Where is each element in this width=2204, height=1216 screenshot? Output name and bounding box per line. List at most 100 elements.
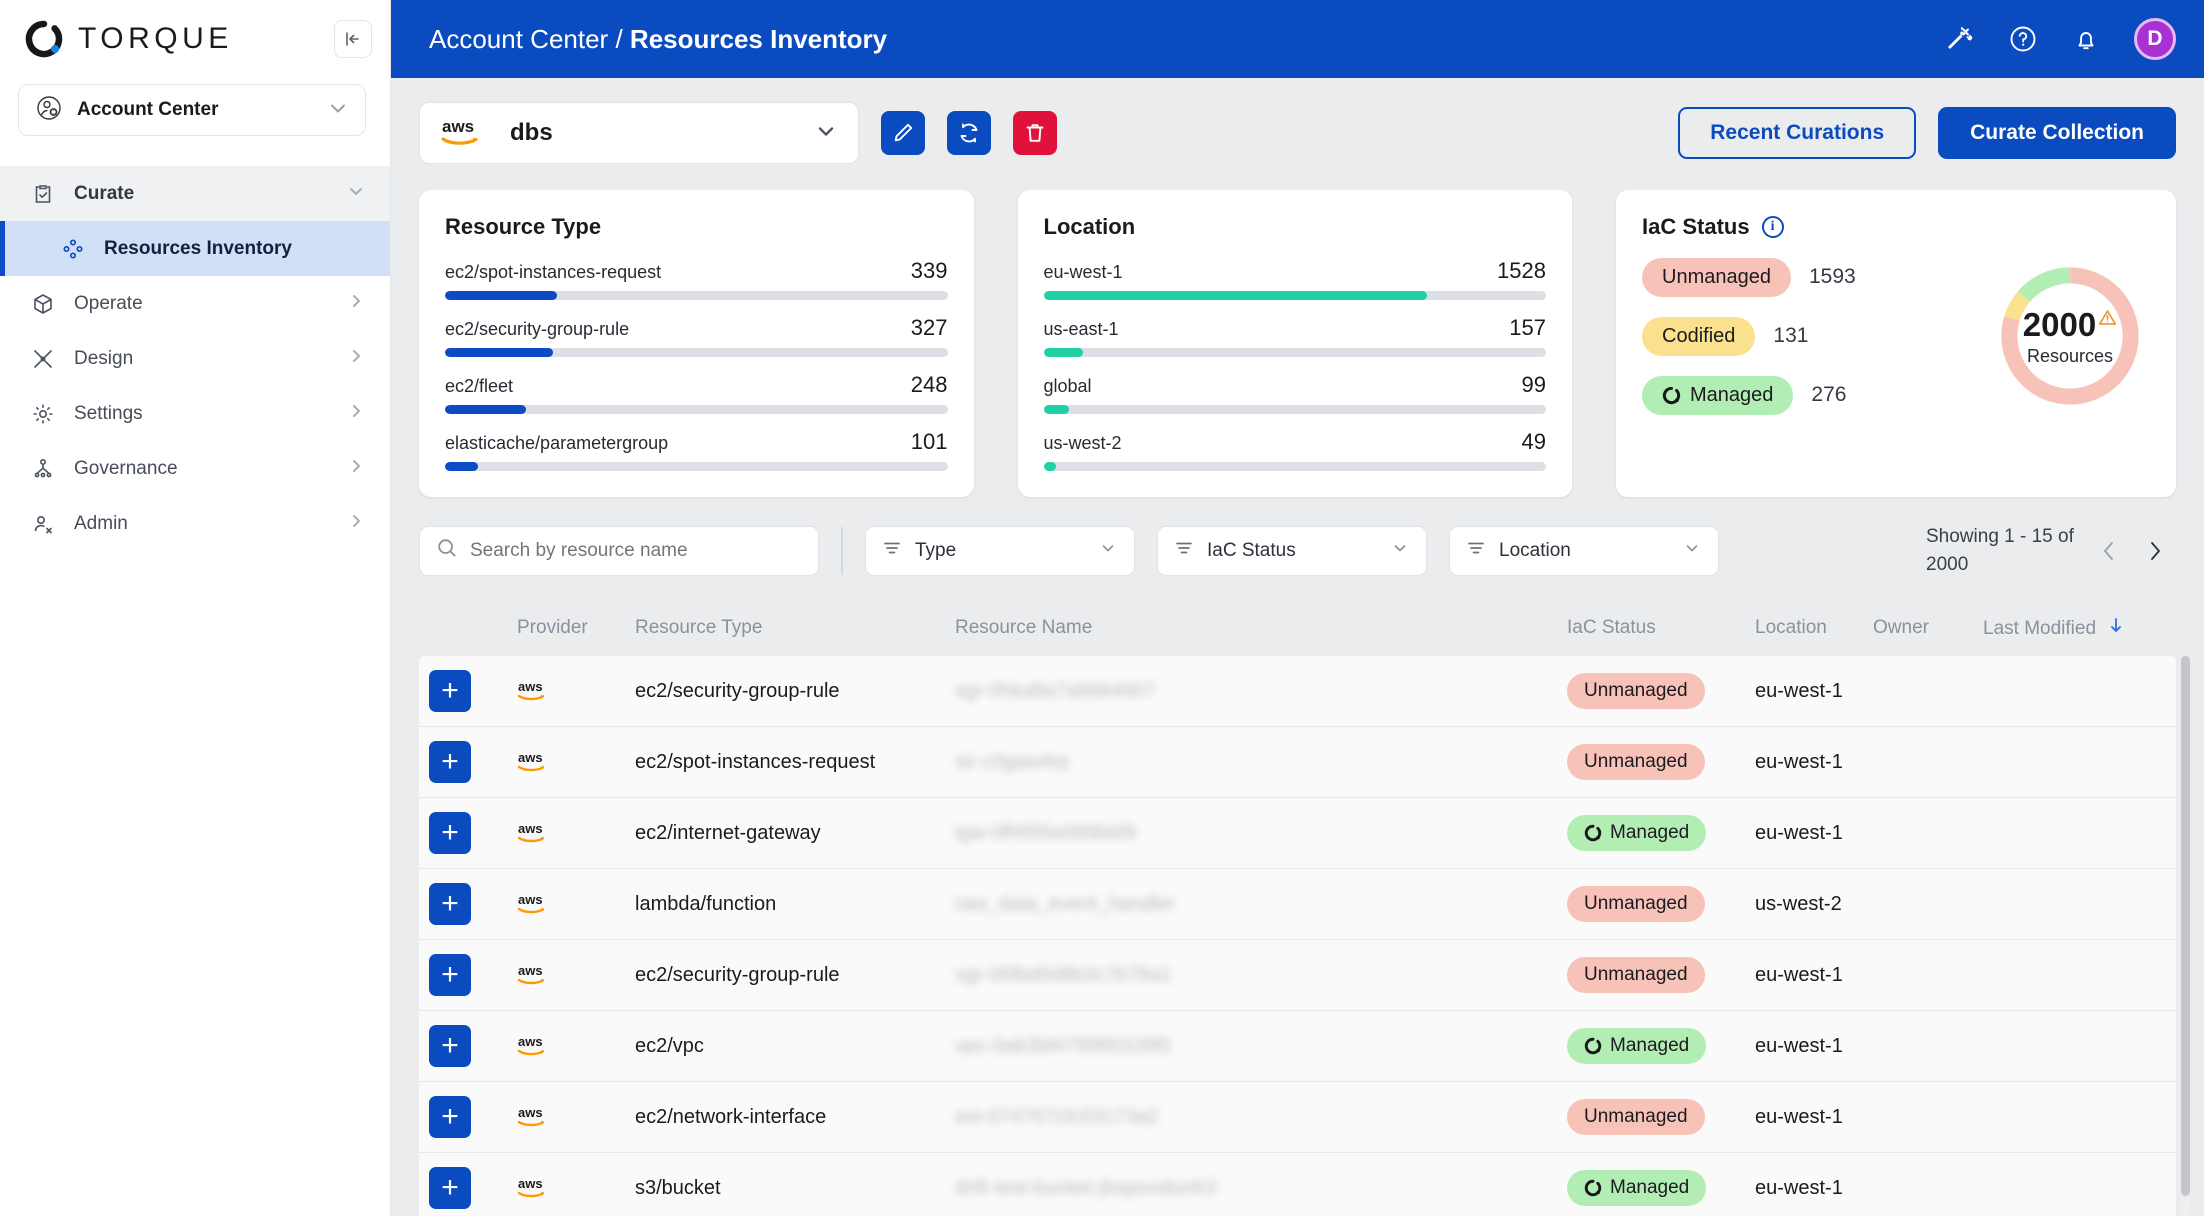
help-circle-icon[interactable] bbox=[2008, 24, 2038, 54]
provider-cell: aws bbox=[507, 962, 625, 988]
avatar[interactable]: D bbox=[2134, 18, 2176, 60]
resource-type-value: ec2/security-group-rule bbox=[635, 680, 840, 703]
bar-value: 1528 bbox=[1483, 258, 1546, 284]
account-dropdown[interactable]: aws dbs bbox=[419, 102, 859, 164]
expand-cell: + bbox=[419, 883, 507, 925]
filter-location[interactable]: Location bbox=[1449, 526, 1719, 576]
table-row[interactable]: + aws lambda/function raw_data_event_han… bbox=[419, 869, 2176, 940]
recent-curations-button[interactable]: Recent Curations bbox=[1678, 107, 1916, 159]
iac-status-cell: Managed bbox=[1557, 1170, 1745, 1206]
magic-wand-icon[interactable] bbox=[1946, 25, 1974, 53]
sidebar-item-settings[interactable]: Settings bbox=[0, 386, 390, 441]
filter-type[interactable]: Type bbox=[865, 526, 1135, 576]
account-center-label: Account Center bbox=[77, 99, 218, 121]
column-last-modified[interactable]: Last Modified bbox=[1973, 616, 2163, 640]
table-row[interactable]: + aws ec2/security-group-rule sgr-0hkaft… bbox=[419, 656, 2176, 727]
bar-track bbox=[445, 462, 948, 471]
svg-text:aws: aws bbox=[518, 821, 543, 836]
sidebar: TORQUE Account Center bbox=[0, 0, 391, 1216]
aws-logo-icon: aws bbox=[517, 962, 557, 988]
svg-text:aws: aws bbox=[518, 1176, 543, 1191]
resource-type-value: ec2/network-interface bbox=[635, 1106, 826, 1129]
sidebar-item-design[interactable]: Design bbox=[0, 331, 390, 386]
user-wrench-icon bbox=[30, 511, 56, 537]
legend-row-managed[interactable]: Managed 276 bbox=[1642, 376, 1856, 415]
sidebar-item-curate[interactable]: Curate bbox=[0, 166, 390, 221]
expand-row-button[interactable]: + bbox=[429, 812, 471, 854]
column-location[interactable]: Location bbox=[1745, 617, 1863, 639]
table-scrollbar[interactable] bbox=[2181, 656, 2190, 1216]
edit-button[interactable] bbox=[881, 111, 925, 155]
column-provider[interactable]: Provider bbox=[507, 617, 625, 639]
delete-button[interactable] bbox=[1013, 111, 1057, 155]
iac-legend: Unmanaged 1593 Codified 131 bbox=[1642, 258, 1856, 415]
resource-type-value: ec2/internet-gateway bbox=[635, 822, 821, 845]
toolbar-actions: Recent Curations Curate Collection bbox=[1678, 107, 2176, 159]
column-owner[interactable]: Owner bbox=[1863, 617, 1973, 639]
filter-iac-status[interactable]: IaC Status bbox=[1157, 526, 1427, 576]
status-badge: Managed bbox=[1567, 815, 1706, 851]
column-iac-status[interactable]: IaC Status bbox=[1557, 617, 1745, 639]
bar-row[interactable]: elasticache/parametergroup 101 bbox=[445, 429, 948, 471]
expand-cell: + bbox=[419, 954, 507, 996]
legend-row-codified[interactable]: Codified 131 bbox=[1642, 317, 1856, 356]
breadcrumb: Account Center / Resources Inventory bbox=[429, 24, 887, 55]
legend-count: 276 bbox=[1811, 383, 1846, 407]
sidebar-item-admin[interactable]: Admin bbox=[0, 496, 390, 551]
expand-row-button[interactable]: + bbox=[429, 670, 471, 712]
bar-label: eu-west-1 bbox=[1044, 262, 1123, 283]
curate-collection-button[interactable]: Curate Collection bbox=[1938, 107, 2176, 159]
bar-row[interactable]: us-east-1 157 bbox=[1044, 315, 1547, 357]
search-input[interactable] bbox=[470, 540, 802, 562]
bar-track bbox=[1044, 405, 1547, 414]
sidebar-item-operate[interactable]: Operate bbox=[0, 276, 390, 331]
legend-count: 1593 bbox=[1809, 265, 1856, 289]
bar-row[interactable]: global 99 bbox=[1044, 372, 1547, 414]
bar-row[interactable]: ec2/spot-instances-request 339 bbox=[445, 258, 948, 300]
bell-icon[interactable] bbox=[2072, 25, 2100, 53]
sidebar-item-label: Admin bbox=[74, 513, 128, 535]
sidebar-item-resources-inventory[interactable]: Resources Inventory bbox=[0, 221, 390, 276]
expand-row-button[interactable]: + bbox=[429, 883, 471, 925]
table-row[interactable]: + aws ec2/spot-instances-request sir-c0g… bbox=[419, 727, 2176, 798]
search-box[interactable] bbox=[419, 526, 819, 576]
info-icon[interactable]: i bbox=[1762, 216, 1784, 238]
expand-row-button[interactable]: + bbox=[429, 1167, 471, 1209]
location-cell: eu-west-1 bbox=[1745, 751, 1863, 774]
next-page-button[interactable] bbox=[2142, 538, 2168, 564]
bar-fill bbox=[445, 405, 526, 414]
prev-page-button[interactable] bbox=[2096, 538, 2122, 564]
warning-triangle-icon bbox=[2098, 308, 2117, 333]
table-row[interactable]: + aws ec2/security-group-rule sgr-06fbd0… bbox=[419, 940, 2176, 1011]
legend-row-unmanaged[interactable]: Unmanaged 1593 bbox=[1642, 258, 1856, 297]
table-row[interactable]: + aws ec2/internet-gateway igw-0ff4f05e0… bbox=[419, 798, 2176, 869]
scrollbar-thumb[interactable] bbox=[2181, 656, 2190, 1196]
bar-row[interactable]: ec2/fleet 248 bbox=[445, 372, 948, 414]
column-resource-type[interactable]: Resource Type bbox=[625, 617, 945, 639]
resource-name-value: drift-test-bucket-jbspsvsbzrb3 bbox=[955, 1177, 1216, 1200]
expand-row-button[interactable]: + bbox=[429, 741, 471, 783]
sidebar-nav: Curate Resources Inventory bbox=[0, 166, 390, 551]
bar-row[interactable]: eu-west-1 1528 bbox=[1044, 258, 1547, 300]
resource-name-value: vpc-0ab3bf479980328f0 bbox=[955, 1035, 1171, 1058]
expand-row-button[interactable]: + bbox=[429, 1096, 471, 1138]
expand-row-button[interactable]: + bbox=[429, 954, 471, 996]
bar-row[interactable]: ec2/security-group-rule 327 bbox=[445, 315, 948, 357]
table-row[interactable]: + aws s3/bucket drift-test-bucket-jbspsv… bbox=[419, 1153, 2176, 1216]
expand-cell: + bbox=[419, 1096, 507, 1138]
table-row[interactable]: + aws ec2/vpc vpc-0ab3bf479980328f0 Mana… bbox=[419, 1011, 2176, 1082]
card-title: Resource Type bbox=[445, 214, 948, 240]
location-cell: eu-west-1 bbox=[1745, 964, 1863, 987]
bar-row[interactable]: us-west-2 49 bbox=[1044, 429, 1547, 471]
column-resource-name[interactable]: Resource Name bbox=[945, 617, 1557, 639]
refresh-button[interactable] bbox=[947, 111, 991, 155]
account-center-selector[interactable]: Account Center bbox=[18, 84, 366, 136]
table-row[interactable]: + aws ec2/network-interface eni-074767cf… bbox=[419, 1082, 2176, 1153]
bar-value: 327 bbox=[897, 315, 948, 341]
expand-row-button[interactable]: + bbox=[429, 1025, 471, 1067]
collapse-sidebar-button[interactable] bbox=[334, 20, 372, 58]
breadcrumb-parent[interactable]: Account Center bbox=[429, 24, 608, 54]
chevron-down-icon bbox=[327, 97, 349, 124]
sidebar-item-governance[interactable]: Governance bbox=[0, 441, 390, 496]
bar-value: 49 bbox=[1508, 429, 1546, 455]
